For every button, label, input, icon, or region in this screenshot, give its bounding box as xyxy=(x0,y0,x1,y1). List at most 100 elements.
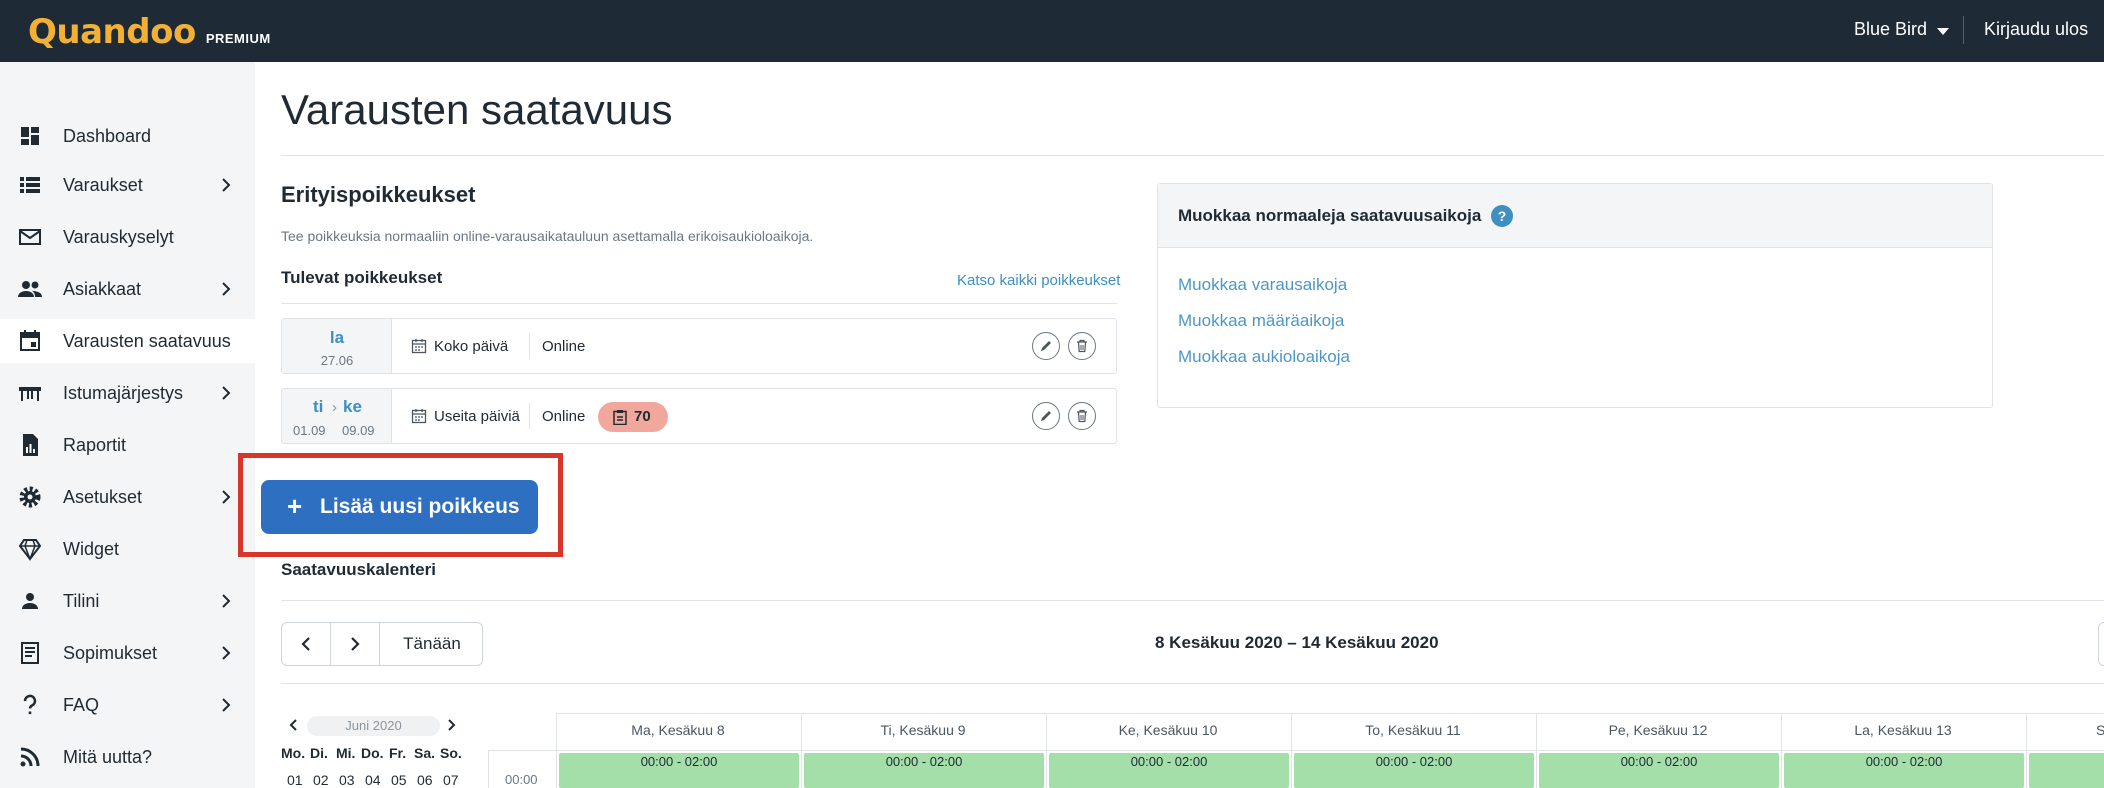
mini-day[interactable]: 03 xyxy=(339,772,355,788)
availability-slot[interactable]: 00:00 - 02:00 xyxy=(804,753,1044,788)
mini-day[interactable]: 02 xyxy=(313,772,329,788)
see-all-exceptions-link[interactable]: Katso kaikki poikkeukset xyxy=(957,272,1120,289)
calendar-icon xyxy=(20,330,40,351)
edit-deadlines-link[interactable]: Muokkaa määräaikoja xyxy=(1178,311,1344,331)
chevron-right-icon xyxy=(222,646,231,660)
exception-row[interactable]: ti › ke 01.09 09.09 Useita päiviä Online… xyxy=(281,388,1117,444)
next-week-button[interactable] xyxy=(331,623,379,665)
grid-line xyxy=(1046,713,1047,788)
exception-day-start: ti xyxy=(313,397,324,416)
sidebar-item-asiakkaat[interactable]: Asiakkaat xyxy=(0,267,255,311)
exceptions-description: Tee poikkeuksia normaaliin online-varaus… xyxy=(281,228,814,244)
logo-text: Quandoo xyxy=(28,12,196,52)
user-menu[interactable]: Blue Bird xyxy=(1854,19,1950,40)
mini-day[interactable]: 04 xyxy=(365,772,381,788)
list-icon xyxy=(20,177,40,193)
upcoming-divider xyxy=(281,303,1117,304)
add-exception-button[interactable]: + Lisää uusi poikkeus xyxy=(261,480,538,534)
normal-hours-card: Muokkaa normaaleja saatavuusaikoja ? Muo… xyxy=(1157,183,1993,408)
card-title: Muokkaa normaaleja saatavuusaikoja xyxy=(1178,206,1482,225)
mini-weekday: Fr. xyxy=(389,745,407,761)
logout-link[interactable]: Kirjaudu ulos xyxy=(1984,19,2088,40)
sidebar-item-label: Tilini xyxy=(63,591,100,611)
mini-next-month-icon[interactable] xyxy=(444,718,458,732)
calendar-title: Saatavuuskalenteri xyxy=(281,560,436,579)
sidebar-item-tilini[interactable]: Tilini xyxy=(0,579,255,623)
card-header: Muokkaa normaaleja saatavuusaikoja ? xyxy=(1158,184,1992,248)
sidebar-item-asetukset[interactable]: Asetukset xyxy=(0,475,255,519)
sidebar-item-label: Dashboard xyxy=(63,126,152,146)
topbar-divider xyxy=(1963,16,1964,44)
edit-exception-button[interactable] xyxy=(1032,402,1060,430)
delete-exception-button[interactable] xyxy=(1068,332,1096,360)
availability-slot[interactable]: 00:00 - 02:00 xyxy=(1049,753,1289,788)
day-header: S xyxy=(2096,722,2104,738)
edit-exception-button[interactable] xyxy=(1032,332,1060,360)
caret-down-icon xyxy=(1937,27,1950,35)
grid-line xyxy=(488,750,2104,751)
edit-booking-times-link[interactable]: Muokkaa varausaikoja xyxy=(1178,275,1347,295)
sidebar-item-label: Varauskyselyt xyxy=(63,227,174,247)
sidebar-item-raportit[interactable]: Raportit xyxy=(0,423,255,467)
grid-line xyxy=(1781,713,1782,788)
mini-day[interactable]: 01 xyxy=(287,772,303,788)
pencil-icon xyxy=(1041,411,1051,421)
availability-slot[interactable]: 00:00 - 02:00 xyxy=(1784,753,2024,788)
sidebar-item-faq[interactable]: FAQ xyxy=(0,683,255,727)
prev-week-button[interactable] xyxy=(282,623,330,665)
sidebar-item-label: Widget xyxy=(63,539,120,559)
gear-icon xyxy=(19,486,41,508)
sidebar-item-dashboard[interactable]: Dashboard xyxy=(0,114,255,158)
today-button[interactable]: Tänään xyxy=(380,634,484,654)
sidebar-item-varauskyselyt[interactable]: Varauskyselyt xyxy=(0,215,255,259)
availability-slot[interactable] xyxy=(2029,753,2104,788)
day-header: To, Kesäkuu 11 xyxy=(1365,722,1461,738)
mini-day[interactable]: 06 xyxy=(417,772,433,788)
clipboard-icon xyxy=(613,410,627,425)
sidebar-item-label: Asetukset xyxy=(63,487,143,507)
chevron-right-icon xyxy=(222,282,231,296)
availability-slot[interactable]: 00:00 - 02:00 xyxy=(559,753,799,788)
delete-exception-button[interactable] xyxy=(1068,402,1096,430)
mini-weekday: Mo. xyxy=(281,745,306,761)
sidebar-item-istumajarjestys[interactable]: Istumajärjestys xyxy=(0,371,255,415)
day-header: La, Kesäkuu 13 xyxy=(1854,722,1952,738)
availability-slot[interactable]: 00:00 - 02:00 xyxy=(1294,753,1534,788)
plus-icon: + xyxy=(287,491,303,521)
mini-prev-month-icon[interactable] xyxy=(287,718,301,732)
exception-day: la xyxy=(329,328,345,347)
availability-slot[interactable]: 00:00 - 02:00 xyxy=(1539,753,1779,788)
exception-date-end: 09.09 xyxy=(342,423,375,438)
mini-day[interactable]: 07 xyxy=(443,772,459,788)
sidebar-item-label: Varaukset xyxy=(63,175,143,195)
slot-label: 00:00 - 02:00 xyxy=(1865,754,1943,769)
mini-day[interactable]: 05 xyxy=(391,772,407,788)
exception-row[interactable]: la 27.06 Koko päivä Online xyxy=(281,318,1117,374)
exception-range-label: Useita päiviä xyxy=(434,408,520,425)
sidebar-item-sopimukset[interactable]: Sopimukset xyxy=(0,631,255,675)
mail-icon xyxy=(19,229,41,245)
mini-weekday: Di. xyxy=(310,745,328,761)
chevron-right-icon xyxy=(351,637,360,651)
sidebar-item-widget[interactable]: Widget xyxy=(0,527,255,571)
sidebar-item-varaukset[interactable]: Varaukset xyxy=(0,163,255,207)
diamond-icon xyxy=(18,539,42,561)
help-icon[interactable]: ? xyxy=(1491,205,1513,227)
exception-date: ti › ke 01.09 09.09 xyxy=(282,389,392,443)
exception-date-number: 27.06 xyxy=(320,353,354,368)
day-header: Ke, Kesäkuu 10 xyxy=(1118,722,1218,738)
exception-channel: Online xyxy=(542,408,586,425)
dashboard-icon xyxy=(21,127,39,145)
view-switcher[interactable] xyxy=(2098,622,2104,666)
table-icon xyxy=(19,387,41,401)
sidebar-item-mita-uutta[interactable]: Mitä uutta? xyxy=(0,735,255,779)
quandoo-logo[interactable]: Quandoo PREMIUM xyxy=(28,12,271,52)
day-header: Ma, Kesäkuu 8 xyxy=(631,722,725,738)
edit-opening-hours-link[interactable]: Muokkaa aukioloaikoja xyxy=(1178,347,1350,367)
chevron-right-icon xyxy=(222,698,231,712)
report-icon xyxy=(23,434,38,456)
exception-channel: Online xyxy=(542,338,586,355)
mini-weekday: Sa. xyxy=(414,745,436,761)
sidebar-item-saatavuus[interactable]: Varausten saatavuus xyxy=(0,319,255,363)
top-bar: Quandoo PREMIUM Blue Bird Kirjaudu ulos xyxy=(0,0,2104,62)
